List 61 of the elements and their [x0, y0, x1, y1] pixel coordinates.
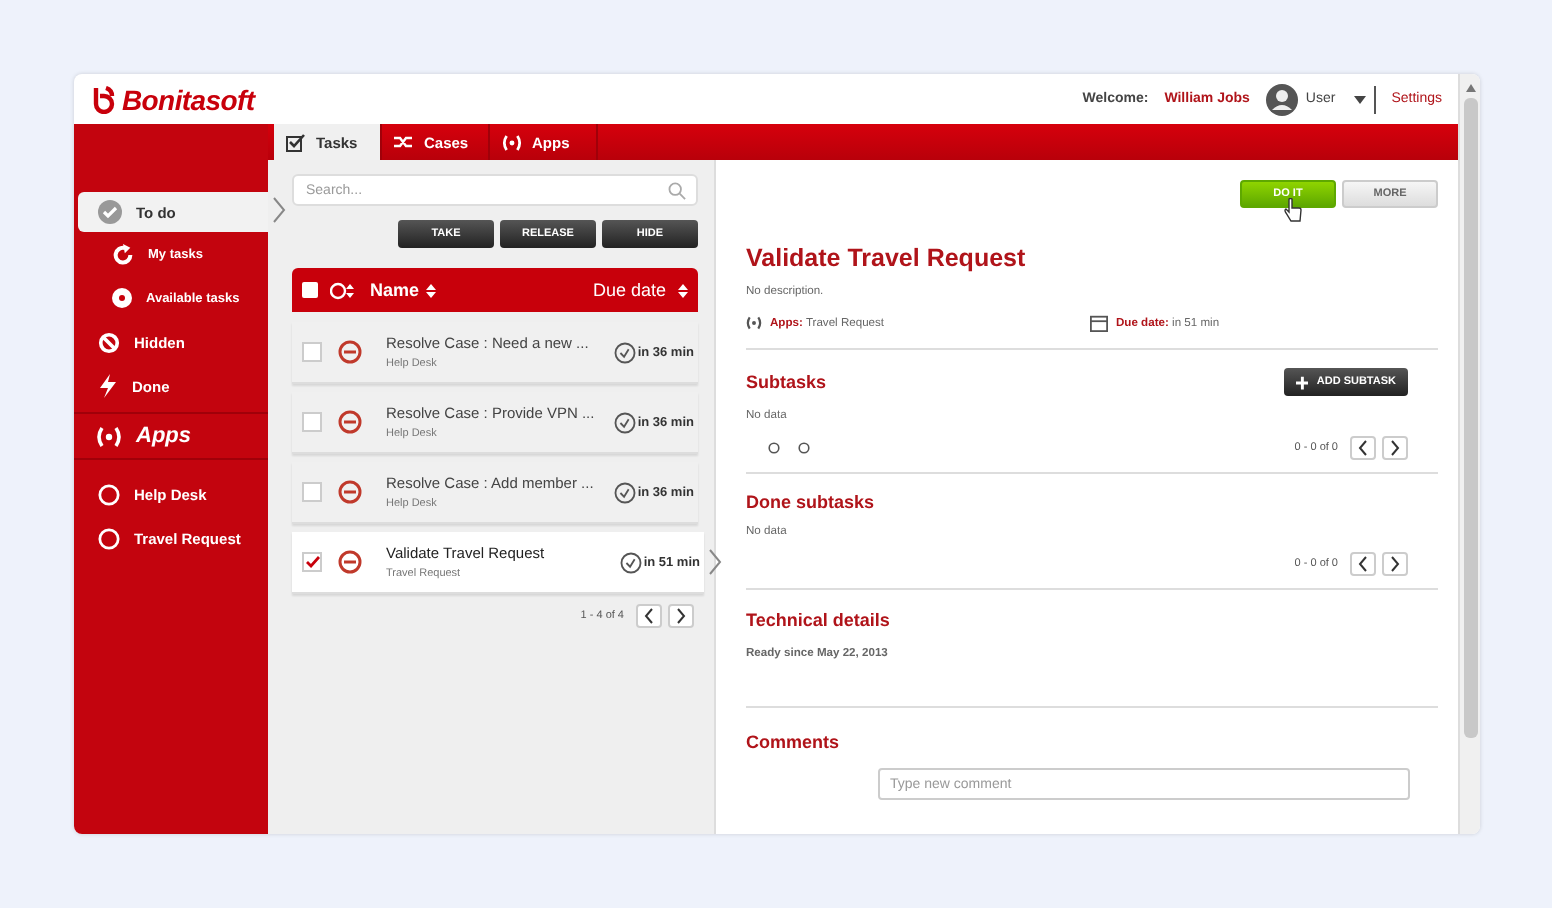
previous-button[interactable] [636, 604, 662, 628]
section-title: Comments [746, 732, 842, 752]
row-checkbox[interactable] [302, 482, 322, 502]
check-circle-icon [98, 200, 122, 224]
scroll-thumb[interactable] [1463, 98, 1477, 738]
row-checkbox[interactable] [302, 342, 322, 362]
chevron-right-icon [676, 608, 686, 624]
shuffle-icon [394, 134, 414, 150]
minus-circle-icon [338, 550, 362, 574]
next-button[interactable] [668, 604, 694, 628]
previous-button[interactable] [1350, 436, 1376, 460]
next-button[interactable] [1382, 436, 1408, 460]
section-title: Done subtasks [746, 492, 877, 512]
next-button[interactable] [1382, 552, 1408, 576]
chevron-right-icon [708, 548, 722, 576]
apps-heading: Apps [74, 412, 268, 460]
search-icon [668, 182, 686, 200]
chevron-right-icon [1390, 556, 1400, 572]
ban-icon [98, 331, 120, 353]
logo-icon [90, 85, 118, 113]
apps-icon [746, 316, 762, 330]
avatar-icon [1265, 83, 1298, 115]
clock-icon [613, 411, 636, 433]
minus-circle-icon [338, 480, 362, 504]
section-title: Subtasks [746, 372, 827, 392]
chevron-left-icon [1358, 556, 1368, 572]
circle-icon [98, 483, 120, 505]
clock-icon [613, 481, 636, 503]
scrollbar[interactable] [1458, 74, 1480, 834]
task-title: Validate Travel Request [746, 244, 1028, 272]
logo-text: Bonitasoft [122, 83, 255, 115]
lightning-icon [98, 374, 118, 398]
column-header[interactable]: Name [370, 280, 420, 300]
circle-icon [98, 527, 120, 549]
chevron-left-icon [1358, 440, 1368, 456]
row-checkbox[interactable] [302, 412, 322, 432]
refresh-icon [112, 243, 134, 265]
priority-sort-icon [330, 281, 358, 299]
sort-icon[interactable] [678, 283, 688, 297]
apps-icon [502, 133, 522, 151]
minus-circle-icon [338, 410, 362, 434]
chevron-left-icon [644, 608, 654, 624]
minus-circle-icon [338, 340, 362, 364]
scroll-up-icon [1465, 84, 1475, 92]
sort-icon[interactable] [425, 283, 436, 297]
hand-cursor-icon [1284, 198, 1302, 222]
row-checkbox[interactable] [302, 552, 322, 572]
plus-icon [1296, 375, 1309, 389]
clock-icon [619, 551, 642, 573]
previous-button[interactable] [1350, 552, 1376, 576]
column-header[interactable]: Due date [592, 280, 666, 300]
chevron-right-icon [272, 196, 286, 224]
section-title: Technical details [746, 610, 892, 630]
caret-icon [1353, 95, 1366, 103]
circle-dot-icon [112, 288, 132, 308]
calendar-icon [1090, 314, 1108, 332]
apps-icon [96, 425, 122, 447]
chevron-right-icon [1390, 440, 1400, 456]
select-all-checkbox[interactable] [302, 282, 318, 298]
checkbox-icon [286, 133, 306, 151]
clock-icon [613, 341, 636, 363]
